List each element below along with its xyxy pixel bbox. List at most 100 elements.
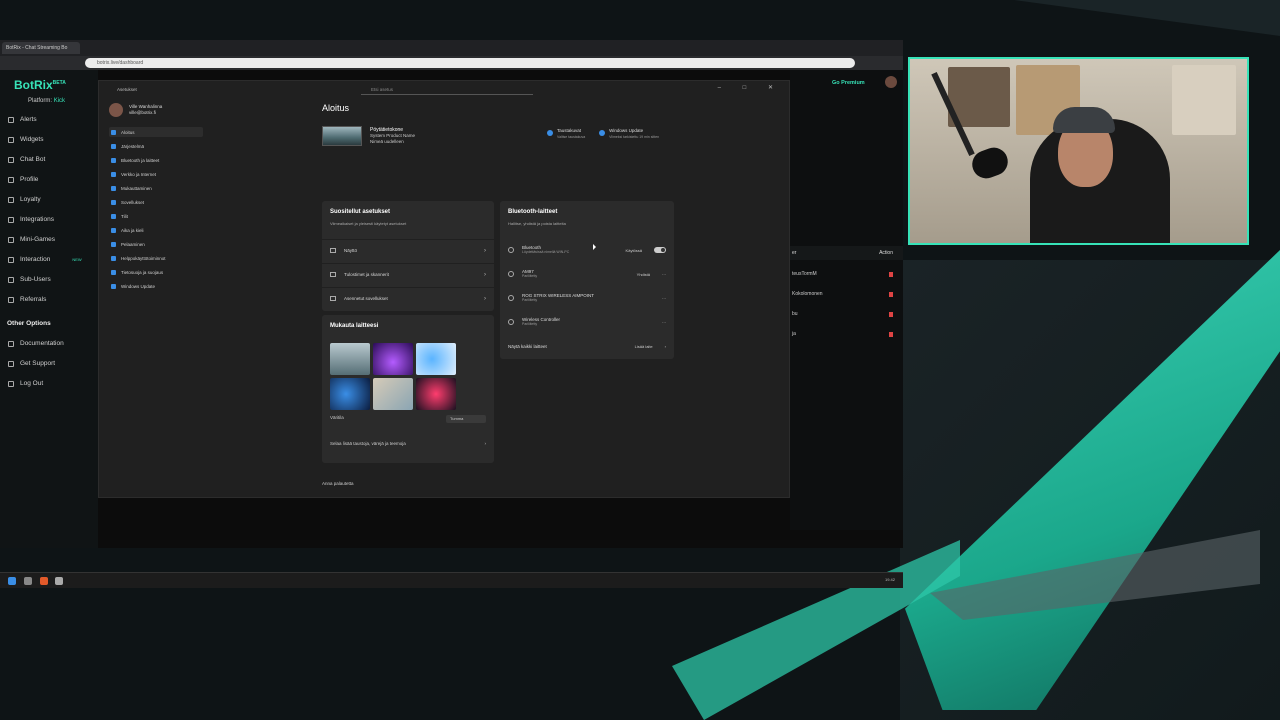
chevron-right-icon: › — [664, 343, 666, 349]
user-email: ville@botrix.fi — [129, 110, 156, 115]
nav-item-network[interactable]: Verkko ja Internet — [109, 169, 203, 179]
color-mode-row: Väritila Tumma — [330, 415, 486, 423]
theme-thumbnail[interactable] — [416, 343, 456, 375]
sidebar-item-alerts[interactable]: Alerts — [8, 116, 37, 123]
nav-item-jarjestelma[interactable]: Järjestelmä — [109, 141, 203, 151]
account-icon — [111, 213, 116, 219]
bluetooth-device-row: ROG STRIX WIRELESS AIMPOINT Pariliitetty … — [508, 287, 666, 309]
nav-item-windows-update[interactable]: Windows Update — [109, 281, 203, 291]
gamepad-icon — [111, 241, 116, 247]
view-all-devices-link[interactable]: Näytä kaikki laitteet — [508, 344, 547, 349]
quick-link-windows-update[interactable]: Windows Update Viimeksi tarkistettu 19 mi… — [599, 128, 665, 140]
device-wallpaper-thumbnail[interactable] — [322, 126, 362, 146]
taskbar: 19.42 — [0, 572, 903, 588]
nav-item-privacy[interactable]: Tietosuoja ja suojaus — [109, 267, 203, 277]
search-input[interactable]: Etsi asetus — [361, 85, 533, 95]
sidebar-item-log-out[interactable]: Log Out — [8, 380, 43, 387]
theme-thumbnail[interactable] — [416, 378, 456, 410]
mouse-cursor — [593, 244, 596, 250]
sidebar-item-integrations[interactable]: Integrations — [8, 216, 54, 223]
browser-tab[interactable]: BotRix - Chat Streaming Bo — [2, 42, 80, 54]
user-account[interactable]: Ville Wanhalinna ville@botrix.fi — [109, 103, 162, 117]
theme-thumbnail[interactable] — [330, 378, 370, 410]
support-icon — [8, 360, 14, 367]
bluetooth-row: Bluetooth Löydettävissä nimellä WIN-PC Kä… — [508, 239, 666, 261]
more-options-icon[interactable]: ··· — [662, 320, 666, 325]
address-bar[interactable]: botrix.live/dashboard — [85, 58, 855, 68]
trash-icon[interactable] — [889, 311, 893, 317]
bluetooth-devices-card: Bluetooth-laitteet Hallitse, yhdistä ja … — [500, 201, 674, 359]
browser-icon[interactable] — [40, 577, 48, 585]
table-row: teusTormM — [790, 264, 903, 284]
accessibility-icon — [111, 255, 116, 261]
play-icon[interactable] — [889, 271, 893, 277]
document-icon — [8, 340, 14, 347]
connect-button[interactable]: Yhdistä — [637, 272, 650, 277]
sidebar-item-documentation[interactable]: Documentation — [8, 340, 64, 347]
color-mode-select[interactable]: Tumma — [446, 415, 486, 423]
quick-link-wallpapers[interactable]: Taustakuvat Valitse taustakuva — [547, 128, 585, 140]
browser-toolbar: botrix.live/dashboard — [0, 56, 903, 70]
chevron-right-icon: › — [484, 295, 486, 302]
sidebar-item-profile[interactable]: Profile — [8, 176, 38, 183]
give-feedback-link[interactable]: Anna palautetta — [322, 481, 354, 486]
nav-item-gaming[interactable]: Pelaaminen — [109, 239, 203, 249]
more-options-icon[interactable]: ··· — [662, 296, 666, 301]
trash-icon[interactable] — [889, 291, 893, 297]
sidebar-item-get-support[interactable]: Get Support — [8, 360, 55, 367]
settings-gear-icon[interactable] — [55, 577, 63, 585]
sidebar-item-widgets[interactable]: Widgets — [8, 136, 43, 143]
avatar[interactable] — [885, 76, 897, 88]
search-icon[interactable] — [24, 577, 32, 585]
gamepad-icon — [8, 236, 14, 243]
sidebar-item-sub-users[interactable]: Sub-Users — [8, 276, 51, 283]
nav-item-time-language[interactable]: Aika ja kieli — [109, 225, 203, 235]
recommended-row-installed-apps[interactable]: Asennetut sovellukset › — [322, 287, 494, 309]
theme-thumbnail[interactable] — [330, 343, 370, 375]
theme-thumbnail[interactable] — [373, 343, 413, 375]
add-device-button[interactable]: Lisää laite — [635, 344, 653, 349]
nav-item-aloitus[interactable]: Aloitus — [109, 127, 203, 137]
sidebar-item-interaction[interactable]: Interaction NEW — [8, 256, 82, 263]
windows-start-icon[interactable] — [8, 577, 16, 585]
go-premium-button[interactable]: Go Premium — [832, 80, 865, 86]
quick-links: Taustakuvat Valitse taustakuva Windows Up… — [547, 128, 665, 140]
system-clock[interactable]: 19.42 — [885, 577, 895, 582]
sidebar-item-chat-bot[interactable]: Chat Bot — [8, 156, 45, 163]
captured-desktop: BotRix - Chat Streaming Bo botrix.live/d… — [0, 40, 903, 588]
recommended-row-printers[interactable]: Tulostimet ja skannerit › — [322, 263, 494, 285]
table-header: er Action — [790, 246, 903, 260]
webcam-overlay — [908, 57, 1249, 245]
logout-icon — [8, 380, 14, 387]
apps-icon — [330, 296, 336, 301]
window-controls[interactable]: – □ ✕ — [718, 84, 783, 91]
browse-themes-link[interactable]: Selaa lisää taustoja, värejä ja teemoja › — [330, 441, 486, 446]
nav-item-accessibility[interactable]: Helppokäyttötoiminnot — [109, 253, 203, 263]
plug-icon — [8, 216, 14, 223]
controller-icon — [508, 319, 514, 325]
page-title: Aloitus — [322, 103, 350, 113]
brand-logo[interactable]: BotRixBETA — [14, 78, 66, 92]
clock-icon — [111, 227, 116, 233]
star-icon — [8, 196, 14, 203]
botrix-sidebar: BotRixBETA Platform: Kick Alerts Widgets… — [0, 70, 98, 548]
bluetooth-footer: Näytä kaikki laitteet Lisää laite › — [508, 335, 666, 357]
cat-poster — [1172, 65, 1236, 135]
window-title: Asetukset — [117, 87, 137, 92]
nav-item-personalization[interactable]: Mukauttaminen — [109, 183, 203, 193]
bluetooth-toggle[interactable] — [654, 247, 666, 253]
brush-icon — [111, 185, 116, 191]
trash-icon[interactable] — [889, 331, 893, 337]
recommended-row-display[interactable]: Näyttö › — [322, 239, 494, 261]
sidebar-item-referrals[interactable]: Referrals — [8, 296, 46, 303]
sidebar-item-mini-games[interactable]: Mini-Games — [8, 236, 55, 243]
nav-item-bluetooth[interactable]: Bluetooth ja laitteet — [109, 155, 203, 165]
update-icon — [111, 283, 116, 289]
theme-thumbnail[interactable] — [373, 378, 413, 410]
more-options-icon[interactable]: ··· — [662, 272, 666, 277]
nav-item-accounts[interactable]: Tilit — [109, 211, 203, 221]
nav-item-apps[interactable]: Sovellukset — [109, 197, 203, 207]
card-title: Suositellut asetukset — [330, 209, 391, 215]
sidebar-item-loyalty[interactable]: Loyalty — [8, 196, 41, 203]
rename-link[interactable]: Nimeä uudelleen — [370, 139, 415, 145]
